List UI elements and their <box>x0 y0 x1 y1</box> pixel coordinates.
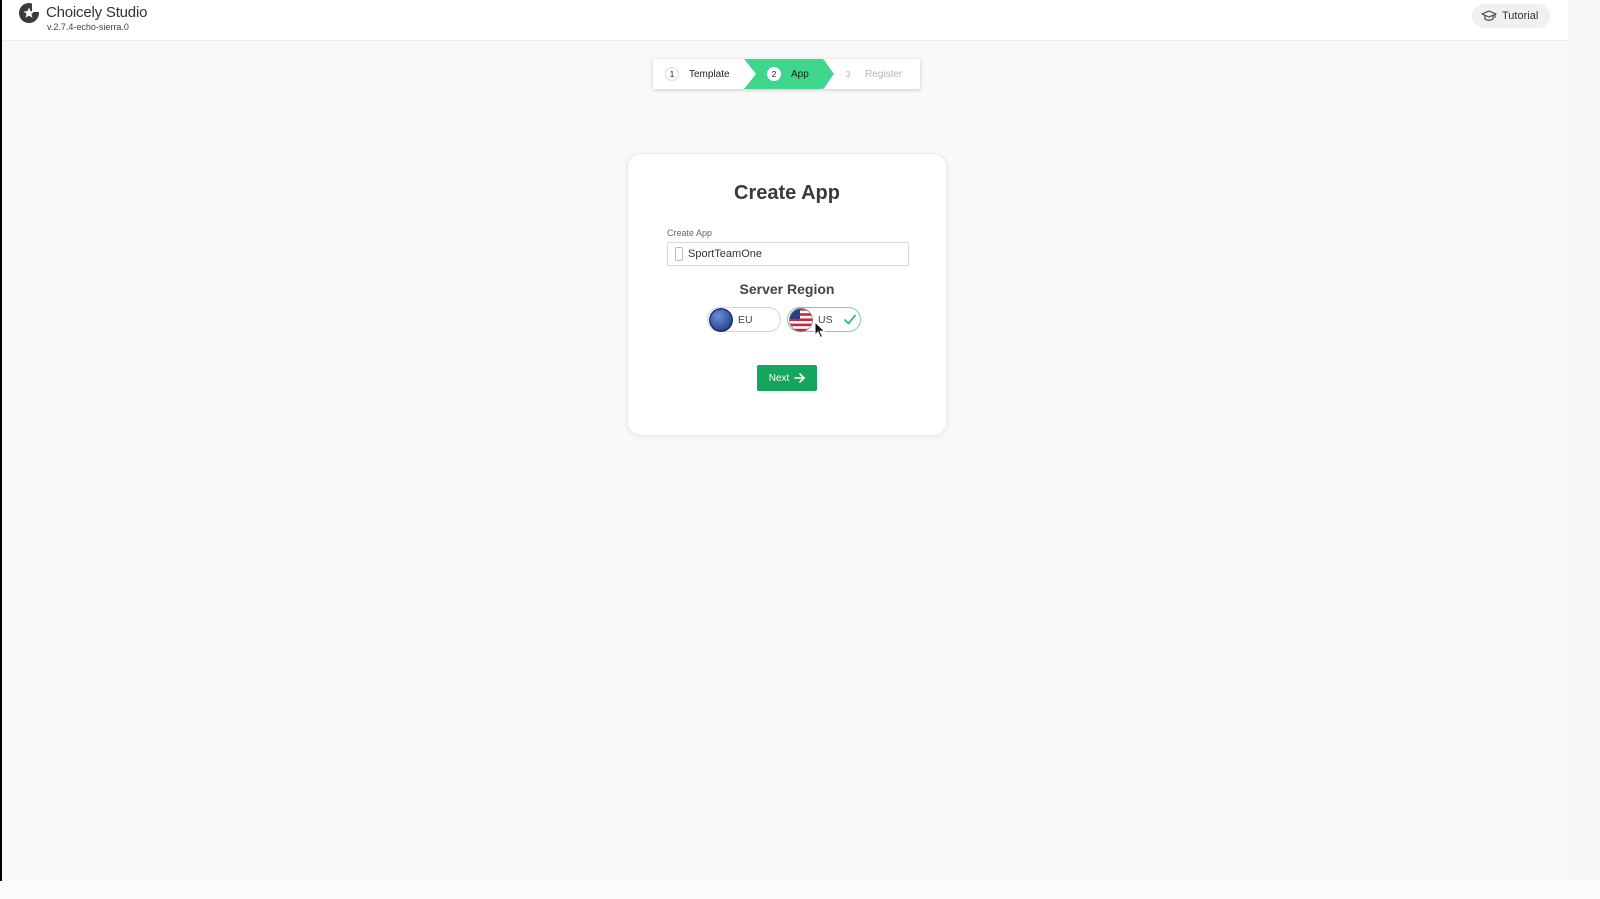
screen-edge <box>1568 0 1600 899</box>
tutorial-button[interactable]: Tutorial <box>1472 4 1550 28</box>
step-template[interactable]: 1 Template <box>665 59 730 89</box>
tutorial-label: Tutorial <box>1502 10 1539 22</box>
app-version: v.2.7.4-echo-sierra.0 <box>47 22 129 32</box>
step-number: 2 <box>767 67 781 81</box>
app-name-input[interactable] <box>688 245 903 263</box>
step-register[interactable]: 3 Register <box>841 59 902 89</box>
mouse-cursor-icon <box>814 321 826 339</box>
step-number: 1 <box>665 67 679 81</box>
app-viewport: Choicely Studio v.2.7.4-echo-sierra.0 Tu… <box>2 0 1568 881</box>
phone-icon <box>675 247 683 261</box>
step-label: Template <box>689 68 730 80</box>
us-flag-icon <box>789 308 813 332</box>
region-label: EU <box>738 314 753 326</box>
region-eu-button[interactable]: EU <box>707 307 781 332</box>
step-label: Register <box>865 68 903 80</box>
step-label: App <box>791 68 809 80</box>
checkmark-icon <box>844 314 856 325</box>
top-bar: Choicely Studio v.2.7.4-echo-sierra.0 Tu… <box>2 0 1568 41</box>
wizard-stepper: 1 Template 2 App 3 Register <box>653 59 920 89</box>
create-app-card: Create App Create App Server Region EU <box>627 153 947 436</box>
app-name-label: Create App <box>667 228 713 238</box>
screen-edge-bottom <box>0 881 1600 899</box>
graduation-cap-icon <box>1481 10 1497 21</box>
step-separator-chevron <box>823 59 833 89</box>
step-number: 3 <box>841 67 855 81</box>
step-app[interactable]: 2 App <box>767 59 809 89</box>
brand-name: Choicely Studio <box>46 4 148 21</box>
eu-flag-icon <box>709 308 733 332</box>
app-name-field[interactable] <box>667 242 909 266</box>
next-button[interactable]: Next <box>757 365 817 391</box>
choicely-logo-icon[interactable] <box>18 2 40 24</box>
next-label: Next <box>768 372 790 384</box>
arrow-right-icon <box>794 373 806 383</box>
server-region-title: Server Region <box>739 281 835 297</box>
card-title: Create App <box>734 182 840 204</box>
